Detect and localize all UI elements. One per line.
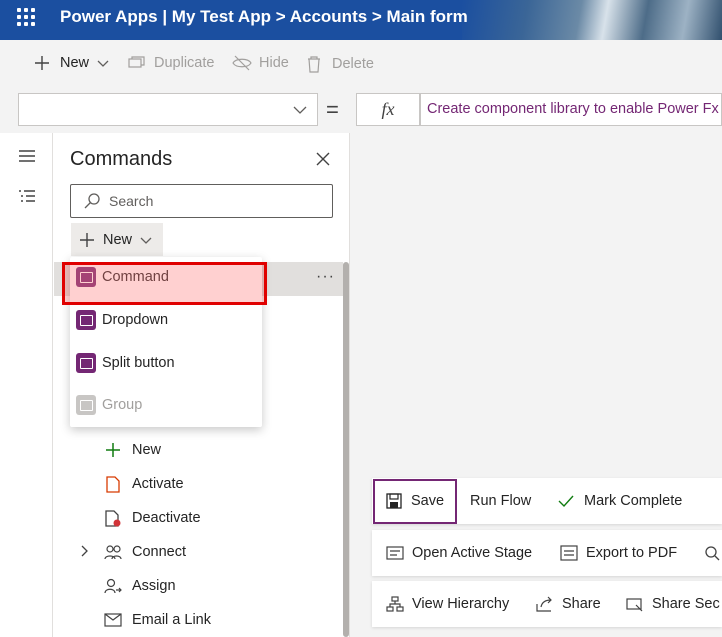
group-icon <box>76 395 96 415</box>
tree-item-label: Deactivate <box>132 510 201 526</box>
share-button[interactable]: Share <box>536 581 601 627</box>
hide-icon <box>232 55 252 71</box>
chevron-down-icon <box>140 237 152 244</box>
tree-view-icon[interactable] <box>18 189 36 205</box>
view-hierarchy-button[interactable]: View Hierarchy <box>386 581 509 627</box>
run-flow-label: Run Flow <box>470 493 532 509</box>
mark-complete-label: Mark Complete <box>584 493 683 509</box>
open-active-stage-label: Open Active Stage <box>412 545 533 561</box>
panel-new-button[interactable]: New <box>71 223 163 256</box>
form-command-row-2: Open Active Stage Export to PDF <box>372 530 722 576</box>
plus-icon <box>104 441 122 459</box>
delete-label: Delete <box>332 56 374 72</box>
duplicate-button[interactable]: Duplicate <box>128 55 214 71</box>
hamburger-menu-icon[interactable] <box>18 149 36 163</box>
save-label: Save <box>411 493 445 509</box>
fx-button[interactable]: fx <box>356 93 420 126</box>
mark-complete-button[interactable]: Mark Complete <box>558 478 682 524</box>
split-button-icon <box>76 353 96 373</box>
activate-icon <box>104 475 122 493</box>
menu-item-label: Dropdown <box>102 312 169 328</box>
tree-item-label: Activate <box>132 476 184 492</box>
app-breadcrumb-title: Power Apps | My Test App > Accounts > Ma… <box>60 7 468 26</box>
tree-item-new[interactable]: New <box>104 438 161 462</box>
share-label: Share <box>562 596 601 612</box>
new-button[interactable]: New <box>34 55 109 71</box>
menu-item-split-button[interactable]: Split button <box>76 343 175 383</box>
search-icon <box>84 193 100 209</box>
tree-item-label: Assign <box>132 578 176 594</box>
run-flow-button[interactable]: Run Flow <box>470 478 531 524</box>
tree-item-email-a-link[interactable]: Email a Link <box>104 608 211 632</box>
more-options-icon[interactable]: ··· <box>316 268 335 286</box>
duplicate-label: Duplicate <box>154 55 215 71</box>
tree-item-deactivate[interactable]: Deactivate <box>104 506 201 530</box>
checkmark-icon <box>558 495 574 508</box>
menu-item-dropdown[interactable]: Dropdown <box>76 300 168 340</box>
deactivate-icon <box>104 509 122 527</box>
header-background-image <box>462 0 722 40</box>
hide-button[interactable]: Hide <box>232 55 289 71</box>
panel-new-label: New <box>103 231 133 248</box>
hierarchy-icon <box>386 596 404 612</box>
assign-icon <box>104 577 122 595</box>
menu-item-label: Group <box>102 397 143 413</box>
tree-item-label: Connect <box>132 544 187 560</box>
delete-icon <box>308 56 320 73</box>
share-security-icon <box>626 598 643 612</box>
fx-icon: fx <box>381 99 395 119</box>
app-launcher-icon[interactable] <box>17 8 35 26</box>
export-to-pdf-button[interactable]: Export to PDF <box>560 530 677 576</box>
menu-item-label: Split button <box>102 355 175 371</box>
menu-item-group[interactable]: Group <box>76 385 142 425</box>
tree-item-label: New <box>132 442 162 458</box>
hide-label: Hide <box>259 55 289 71</box>
new-button-label: New <box>60 55 90 71</box>
share-security-button[interactable]: Share Sec <box>626 581 720 627</box>
form-command-row-1: Save Run Flow Mark Complete <box>372 478 722 524</box>
search-input[interactable]: Search <box>70 184 333 218</box>
search-icon[interactable] <box>704 545 720 561</box>
plus-icon <box>35 56 49 70</box>
highlight-box <box>62 262 267 305</box>
pdf-icon <box>560 545 578 561</box>
share-icon <box>536 596 552 612</box>
share-security-label: Share Sec <box>652 596 720 612</box>
formula-text: Create component library to enable Power… <box>427 101 719 117</box>
save-button[interactable]: Save <box>386 478 444 524</box>
equals-sign: = <box>326 97 339 122</box>
delete-button[interactable]: Delete <box>306 55 374 73</box>
tree-item-assign[interactable]: Assign <box>104 574 176 598</box>
chevron-down-icon <box>97 60 109 67</box>
panel-title: Commands <box>70 148 173 170</box>
dropdown-icon <box>76 310 96 330</box>
tree-item-label: Email a Link <box>132 612 211 628</box>
save-icon <box>386 493 402 509</box>
form-command-row-3: View Hierarchy Share Share Sec <box>372 581 722 627</box>
view-hierarchy-label: View Hierarchy <box>412 596 510 612</box>
search-placeholder: Search <box>109 193 154 209</box>
export-to-pdf-label: Export to PDF <box>586 545 678 561</box>
email-link-icon <box>104 611 122 629</box>
chevron-right-icon[interactable] <box>80 545 90 557</box>
formula-input[interactable]: Create component library to enable Power… <box>420 93 722 126</box>
close-icon[interactable] <box>316 152 330 166</box>
open-active-stage-button[interactable]: Open Active Stage <box>386 530 532 576</box>
chevron-down-icon <box>293 106 307 114</box>
property-dropdown[interactable] <box>18 93 318 126</box>
plus-icon <box>80 232 94 247</box>
left-rail <box>0 133 53 637</box>
active-stage-icon <box>386 546 404 560</box>
duplicate-icon <box>128 56 145 68</box>
tree-item-connect[interactable]: Connect <box>104 540 186 564</box>
tree-item-activate[interactable]: Activate <box>104 472 184 496</box>
connect-icon <box>104 543 122 561</box>
panel-scrollbar[interactable] <box>343 262 349 637</box>
